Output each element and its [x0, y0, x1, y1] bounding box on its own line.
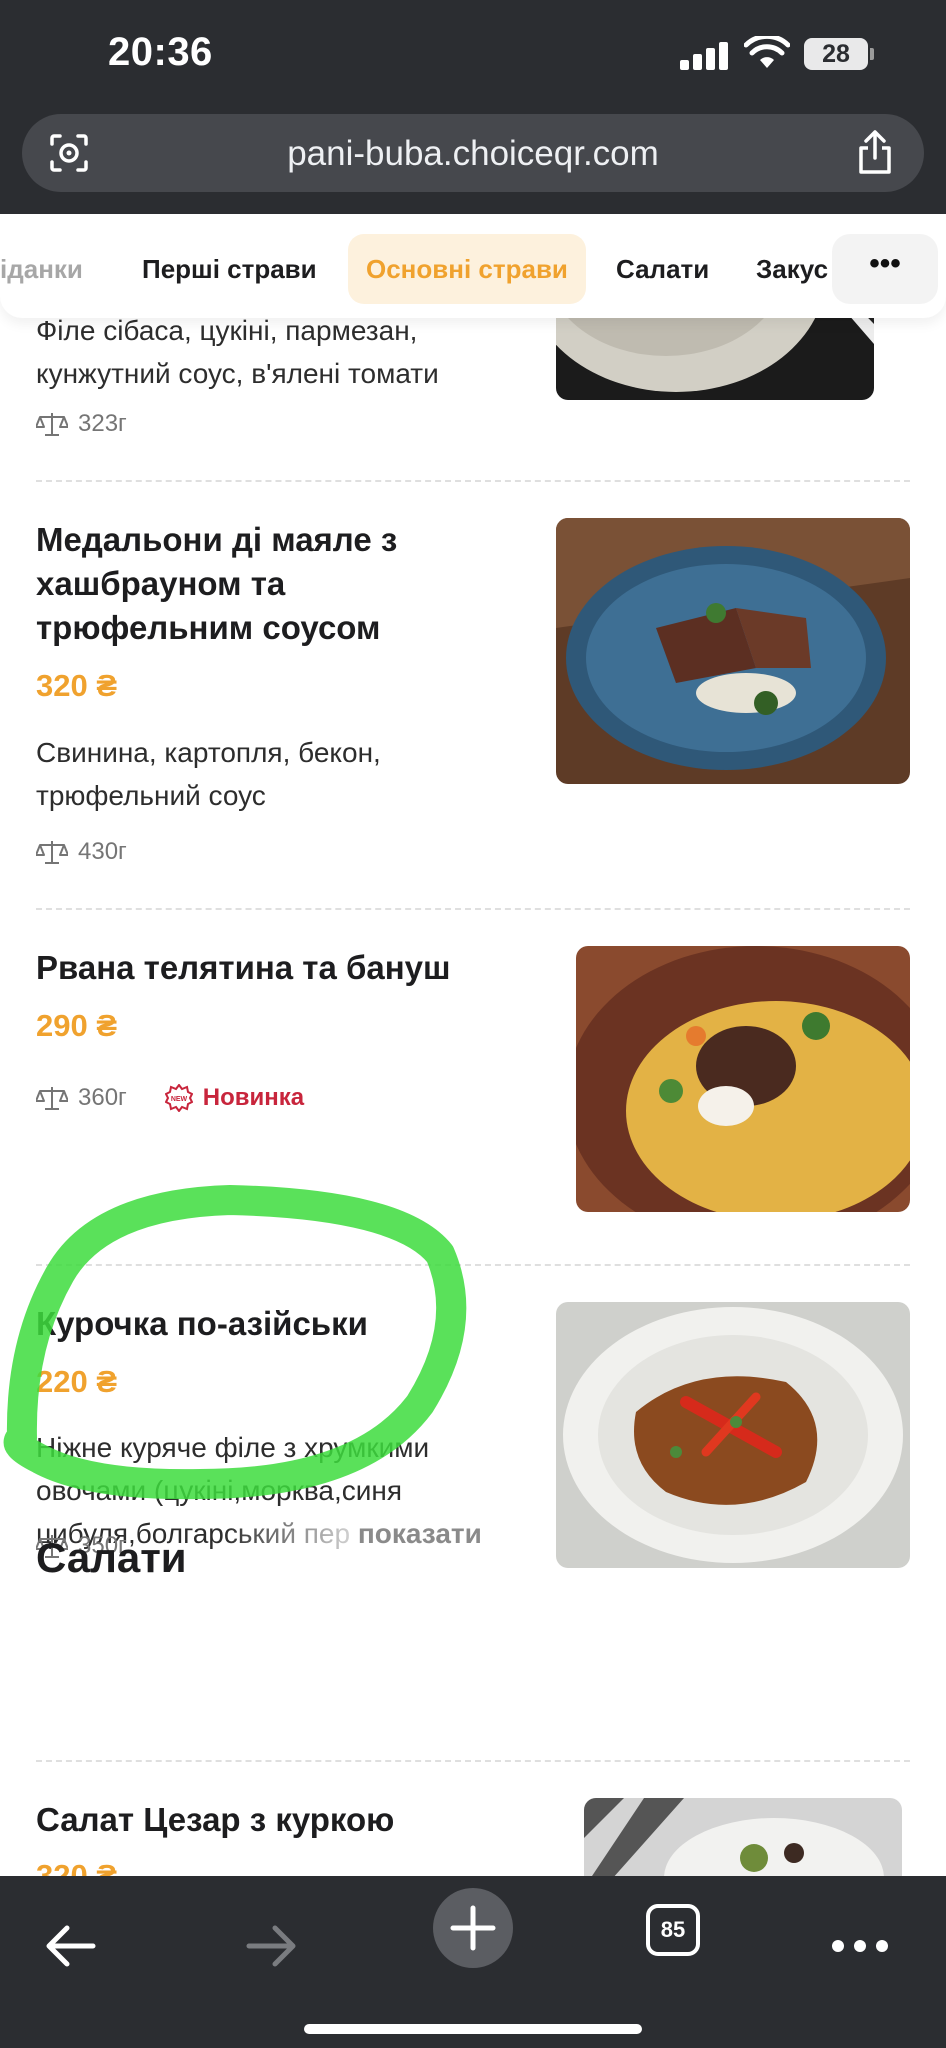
- show-more-link[interactable]: показати: [358, 1518, 482, 1549]
- dish-price: 220 ₴: [36, 1364, 118, 1399]
- tab-appetizers[interactable]: Закус: [756, 234, 828, 304]
- browser-toolbar: 85: [0, 1876, 946, 2048]
- wifi-icon: [744, 36, 790, 68]
- dish-photo[interactable]: [576, 946, 910, 1212]
- dish-weight: 323г: [36, 410, 127, 438]
- dish-weight: 430г: [36, 838, 127, 866]
- dish-price: 320 ₴: [36, 668, 118, 703]
- dish-name: Салат Цезар з куркою: [36, 1801, 395, 1838]
- battery-indicator: 28: [804, 38, 874, 70]
- dish-photo[interactable]: [556, 1302, 910, 1568]
- new-tab-button[interactable]: [433, 1888, 513, 1968]
- dish-name: Медальони ді маяле з хашбрауном та трюфе…: [36, 521, 398, 646]
- home-indicator: [304, 2024, 642, 2034]
- scale-icon: [36, 413, 68, 436]
- divider: [36, 480, 910, 482]
- dish-name: Курочка по-азійськи: [36, 1305, 368, 1342]
- new-icon: NEW: [164, 1084, 193, 1112]
- tab-main-courses[interactable]: Основні страви: [348, 234, 586, 304]
- more-dots-icon: [832, 1940, 888, 1952]
- url-text[interactable]: pani-buba.choiceqr.com: [22, 134, 924, 174]
- section-title: Салати: [36, 1534, 187, 1581]
- address-bar[interactable]: pani-buba.choiceqr.com: [22, 114, 924, 192]
- tab-first-courses[interactable]: Перші страви: [142, 234, 317, 304]
- cellular-signal-icon: [680, 40, 730, 70]
- dish-photo[interactable]: [556, 518, 910, 784]
- divider: [36, 1264, 910, 1266]
- more-categories-button[interactable]: •••: [832, 234, 938, 304]
- dish-price: 290 ₴: [36, 1008, 118, 1043]
- dish-description: Філе сібаса, цукіні, пармезан, кунжутний…: [36, 315, 439, 389]
- plus-icon: [450, 1905, 496, 1951]
- scale-icon: [36, 1087, 68, 1110]
- dish-weight: 360г NEW Новинка: [36, 1084, 304, 1112]
- back-arrow-icon: [46, 1925, 96, 1967]
- more-menu-button[interactable]: [820, 1906, 900, 1986]
- category-nav: іданки Перші страви Основні страви Салат…: [0, 214, 946, 318]
- divider: [36, 1760, 910, 1762]
- back-button[interactable]: [30, 1906, 110, 1986]
- dish-description: Свинина, картопля, бекон, трюфельний соу…: [36, 737, 381, 811]
- tab-breakfasts[interactable]: іданки: [0, 234, 83, 304]
- divider: [36, 908, 910, 910]
- svg-text:NEW: NEW: [171, 1096, 188, 1103]
- status-time: 20:36: [108, 30, 213, 74]
- dish-photo[interactable]: [584, 1798, 902, 1876]
- dish-price: 320 ₴: [36, 1858, 118, 1876]
- scale-icon: [36, 841, 68, 864]
- forward-button[interactable]: [232, 1906, 312, 1986]
- status-bar: 20:36 28: [0, 0, 946, 108]
- tab-salads[interactable]: Салати: [616, 234, 709, 304]
- tabs-button[interactable]: 85: [646, 1904, 700, 1956]
- new-badge: NEW Новинка: [164, 1084, 304, 1112]
- menu-page: іданки Перші страви Основні страви Салат…: [0, 214, 946, 1876]
- share-icon[interactable]: [854, 128, 896, 176]
- dish-name: Рвана телятина та бануш: [36, 949, 451, 986]
- forward-arrow-icon: [246, 1925, 296, 1967]
